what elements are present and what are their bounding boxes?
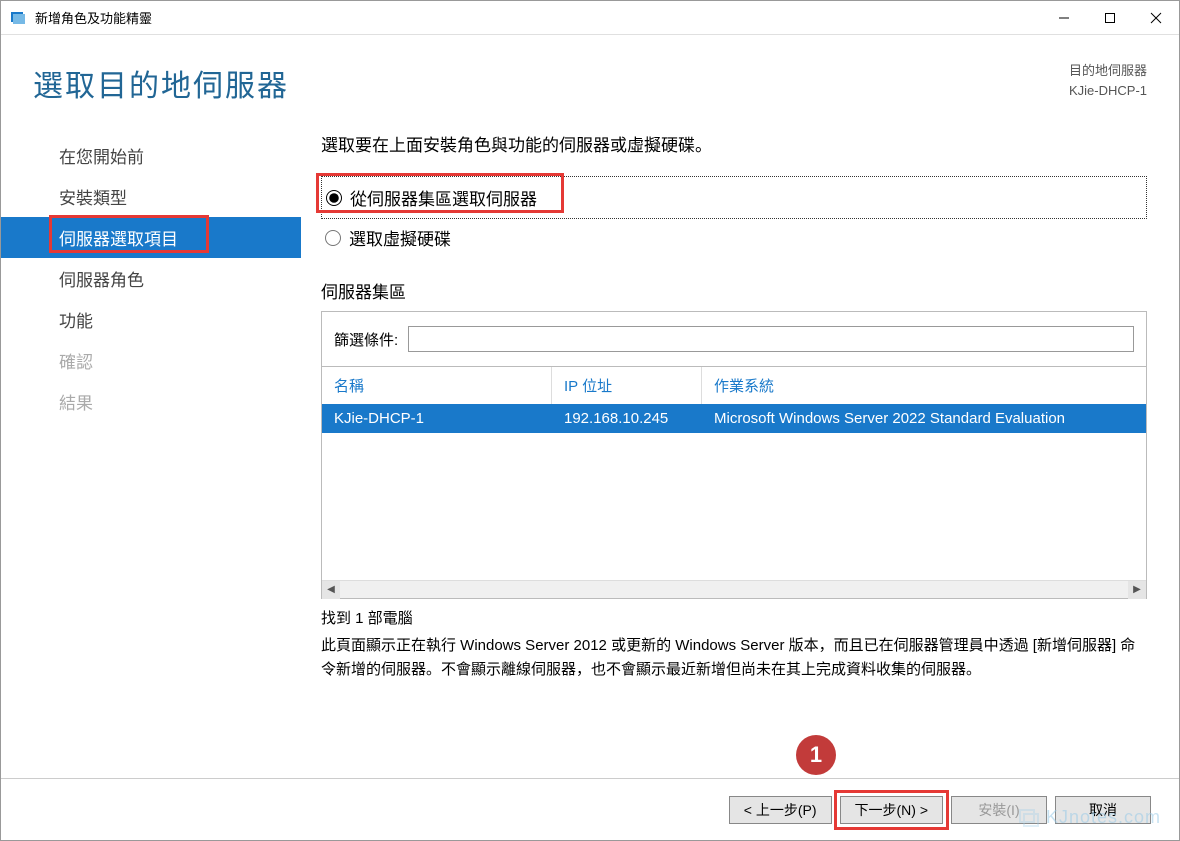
server-pool-panel: 篩選條件: 名稱 IP 位址 作業系統 KJie-DHCP-1 192.168.… — [321, 311, 1147, 599]
cell-name: KJie-DHCP-1 — [322, 404, 552, 433]
description-text: 此頁面顯示正在執行 Windows Server 2012 或更新的 Windo… — [321, 634, 1147, 682]
radio-from-pool-row[interactable]: 從伺服器集區選取伺服器 — [322, 179, 1144, 216]
cell-ip: 192.168.10.245 — [552, 404, 702, 433]
wizard-footer: < 上一步(P) 下一步(N) > 安裝(I) 取消 — [1, 778, 1179, 840]
filter-row: 篩選條件: — [322, 312, 1146, 366]
radio-from-pool[interactable] — [326, 190, 342, 206]
server-table: 名稱 IP 位址 作業系統 KJie-DHCP-1 192.168.10.245… — [322, 366, 1146, 598]
sidebar-item-install-type[interactable]: 安裝類型 — [1, 176, 301, 217]
filter-input[interactable] — [408, 326, 1134, 352]
cancel-button[interactable]: 取消 — [1055, 796, 1151, 824]
install-button: 安裝(I) — [951, 796, 1047, 824]
maximize-button[interactable] — [1087, 1, 1133, 35]
found-count-text: 找到 1 部電腦 — [321, 607, 1147, 628]
previous-button[interactable]: < 上一步(P) — [729, 796, 832, 824]
window-controls — [1041, 1, 1179, 35]
next-button[interactable]: 下一步(N) > — [840, 796, 944, 824]
sidebar-item-features[interactable]: 功能 — [1, 299, 301, 340]
radio-vhd[interactable] — [325, 230, 341, 246]
col-name[interactable]: 名稱 — [322, 367, 552, 404]
radio-vhd-row[interactable]: 選取虛擬硬碟 — [321, 219, 1147, 256]
page-title: 選取目的地伺服器 — [33, 61, 289, 105]
callout-badge-1: 1 — [796, 735, 836, 775]
sidebar-item-server-roles[interactable]: 伺服器角色 — [1, 258, 301, 299]
app-icon — [9, 9, 27, 27]
horizontal-scrollbar[interactable]: ◀ ▶ — [322, 580, 1146, 598]
radio-from-pool-label: 從伺服器集區選取伺服器 — [350, 185, 537, 210]
wizard-sidebar: 在您開始前 安裝類型 伺服器選取項目 伺服器角色 功能 確認 結果 — [1, 115, 301, 745]
selection-radio-group: 從伺服器集區選取伺服器 選取虛擬硬碟 — [321, 176, 1147, 256]
target-server-info: 目的地伺服器 KJie-DHCP-1 — [1069, 61, 1147, 100]
table-body: KJie-DHCP-1 192.168.10.245 Microsoft Win… — [322, 404, 1146, 580]
titlebar: 新增角色及功能精靈 — [1, 1, 1179, 35]
sidebar-item-confirmation: 確認 — [1, 340, 301, 381]
table-header: 名稱 IP 位址 作業系統 — [322, 367, 1146, 404]
col-os[interactable]: 作業系統 — [702, 367, 1146, 404]
close-button[interactable] — [1133, 1, 1179, 35]
radio-vhd-label: 選取虛擬硬碟 — [349, 225, 451, 250]
scroll-left-icon[interactable]: ◀ — [322, 581, 340, 599]
scroll-right-icon[interactable]: ▶ — [1128, 581, 1146, 599]
col-ip[interactable]: IP 位址 — [552, 367, 702, 404]
instruction-text: 選取要在上面安裝角色與功能的伺服器或虛擬硬碟。 — [321, 131, 1147, 156]
cell-os: Microsoft Windows Server 2022 Standard E… — [702, 404, 1146, 433]
minimize-button[interactable] — [1041, 1, 1087, 35]
filter-label: 篩選條件: — [334, 329, 398, 350]
window-title: 新增角色及功能精靈 — [35, 8, 1041, 27]
sidebar-item-server-selection[interactable]: 伺服器選取項目 — [1, 217, 301, 258]
server-pool-label: 伺服器集區 — [321, 278, 1147, 303]
table-row[interactable]: KJie-DHCP-1 192.168.10.245 Microsoft Win… — [322, 404, 1146, 433]
sidebar-item-results: 結果 — [1, 381, 301, 422]
target-label: 目的地伺服器 — [1069, 61, 1147, 81]
wizard-header: 選取目的地伺服器 目的地伺服器 KJie-DHCP-1 — [1, 35, 1179, 115]
wizard-main: 選取要在上面安裝角色與功能的伺服器或虛擬硬碟。 從伺服器集區選取伺服器 選取虛擬… — [301, 115, 1179, 745]
sidebar-item-before-begin[interactable]: 在您開始前 — [1, 135, 301, 176]
wizard-content: 在您開始前 安裝類型 伺服器選取項目 伺服器角色 功能 確認 結果 選取要在上面… — [1, 115, 1179, 745]
target-server-name: KJie-DHCP-1 — [1069, 81, 1147, 101]
